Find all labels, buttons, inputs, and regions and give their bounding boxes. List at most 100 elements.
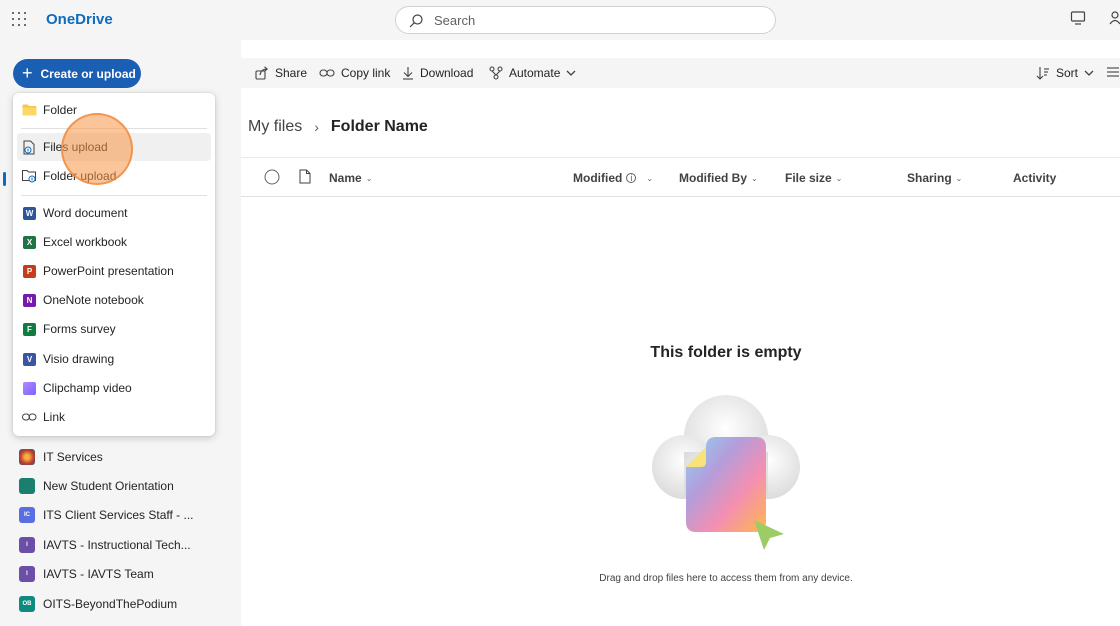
search-box[interactable]: Search bbox=[395, 6, 776, 34]
search-icon bbox=[409, 14, 423, 28]
sidebar-item-new-student-orientation[interactable]: New Student Orientation bbox=[13, 471, 238, 500]
breadcrumb-current-folder[interactable]: Folder Name bbox=[331, 118, 428, 136]
download-icon bbox=[403, 67, 413, 80]
word-icon: W bbox=[22, 206, 37, 221]
powerpoint-letter: P bbox=[23, 264, 36, 278]
sidebar-item-label: ITS Client Services Staff - ... bbox=[43, 508, 194, 523]
chevron-down-icon: ⌄ bbox=[835, 173, 843, 183]
column-modified-label: Modified bbox=[573, 171, 623, 185]
click-indicator bbox=[61, 113, 133, 185]
chevron-down-icon: ⌄ bbox=[955, 173, 963, 183]
share-icon bbox=[255, 66, 269, 80]
people-icon[interactable] bbox=[1108, 10, 1120, 26]
empty-state-title: This folder is empty bbox=[650, 344, 802, 361]
select-all-checkbox-icon[interactable] bbox=[264, 169, 280, 185]
sidebar-item-iavts-team[interactable]: I IAVTS - IAVTS Team bbox=[13, 560, 238, 589]
list-view-icon bbox=[1107, 67, 1119, 77]
sort-button[interactable]: Sort bbox=[1036, 66, 1094, 80]
view-options-button[interactable] bbox=[1107, 66, 1119, 78]
word-letter: W bbox=[23, 206, 36, 220]
menu-item-forms-survey[interactable]: F Forms survey bbox=[17, 315, 211, 343]
link-icon bbox=[22, 410, 37, 425]
shared-libraries-list: IT Services New Student Orientation IC I… bbox=[13, 442, 238, 618]
menu-item-label: OneNote notebook bbox=[43, 293, 144, 307]
link-icon bbox=[319, 69, 335, 77]
breadcrumb-my-files[interactable]: My files bbox=[248, 118, 302, 136]
file-type-icon bbox=[299, 169, 311, 184]
onenote-icon: N bbox=[22, 293, 37, 308]
chevron-down-icon: ⌄ bbox=[646, 173, 654, 183]
site-initials-icon: IC bbox=[19, 507, 35, 524]
column-modified-by[interactable]: Modified By ⌄ bbox=[679, 171, 758, 185]
menu-item-powerpoint-presentation[interactable]: P PowerPoint presentation bbox=[17, 257, 211, 285]
visio-icon: V bbox=[22, 352, 37, 367]
sort-label: Sort bbox=[1056, 66, 1079, 80]
menu-item-label: Visio drawing bbox=[43, 352, 115, 366]
share-label: Share bbox=[275, 66, 308, 80]
sidebar-item-its-client-services[interactable]: IC ITS Client Services Staff - ... bbox=[13, 501, 238, 530]
chevron-down-icon bbox=[566, 70, 576, 76]
chevron-down-icon bbox=[1084, 70, 1094, 76]
sidebar-item-label: New Student Orientation bbox=[43, 479, 174, 494]
sidebar-item-oits-beyondthepodium[interactable]: OB OITS-BeyondThePodium bbox=[13, 589, 238, 618]
menu-item-label: Forms survey bbox=[43, 322, 116, 336]
forms-letter: F bbox=[23, 322, 36, 336]
site-initials-icon: I bbox=[19, 566, 35, 583]
menu-item-clipchamp-video[interactable]: Clipchamp video bbox=[17, 374, 211, 402]
menu-item-link[interactable]: Link bbox=[17, 403, 211, 431]
site-initials-icon: I bbox=[19, 536, 35, 553]
powerpoint-icon: P bbox=[22, 264, 37, 279]
search-placeholder: Search bbox=[434, 13, 476, 28]
automate-label: Automate bbox=[509, 66, 561, 80]
clipchamp-icon bbox=[22, 381, 37, 396]
visio-letter: V bbox=[23, 352, 36, 366]
app-launcher-icon[interactable] bbox=[12, 12, 26, 26]
top-bar: OneDrive Search bbox=[0, 0, 1120, 40]
share-button[interactable]: Share bbox=[255, 66, 307, 80]
monitor-icon[interactable] bbox=[1070, 10, 1086, 26]
menu-item-label: Link bbox=[43, 410, 66, 424]
site-initials-icon: OB bbox=[19, 595, 35, 612]
column-name[interactable]: Name ⌄ bbox=[329, 171, 372, 185]
column-activity[interactable]: Activity bbox=[1013, 171, 1056, 185]
menu-item-onenote-notebook[interactable]: N OneNote notebook bbox=[17, 286, 211, 314]
active-nav-indicator bbox=[3, 172, 6, 186]
copy-link-button[interactable]: Copy link bbox=[319, 66, 390, 80]
app-name[interactable]: OneDrive bbox=[46, 11, 113, 28]
command-bar: Share Copy link Download Automate Sort bbox=[241, 58, 1120, 88]
menu-item-excel-workbook[interactable]: X Excel workbook bbox=[17, 228, 211, 256]
sidebar-item-label: IT Services bbox=[43, 449, 103, 464]
automate-icon bbox=[489, 66, 503, 80]
info-icon: i bbox=[626, 173, 637, 183]
copy-link-label: Copy link bbox=[341, 66, 391, 80]
menu-item-label: Excel workbook bbox=[43, 235, 128, 249]
download-button[interactable]: Download bbox=[402, 66, 473, 80]
sidebar-item-it-services[interactable]: IT Services bbox=[13, 442, 238, 471]
folder-icon bbox=[22, 103, 37, 118]
onenote-letter: N bbox=[23, 293, 36, 307]
plus-icon: + bbox=[22, 62, 33, 83]
column-sharing-label: Sharing bbox=[907, 171, 952, 185]
breadcrumb: My files › Folder Name bbox=[248, 118, 428, 136]
sidebar-item-label: OITS-BeyondThePodium bbox=[43, 596, 178, 611]
menu-divider bbox=[21, 195, 207, 196]
column-sharing[interactable]: Sharing ⌄ bbox=[907, 171, 962, 185]
column-modified[interactable]: Modified i ⌄ bbox=[573, 171, 653, 185]
breadcrumb-chevron-icon: › bbox=[314, 119, 319, 135]
chevron-down-icon: ⌄ bbox=[365, 173, 373, 183]
column-file-size[interactable]: File size ⌄ bbox=[785, 171, 842, 185]
create-button-label: Create or upload bbox=[40, 66, 136, 81]
create-or-upload-button[interactable]: + Create or upload bbox=[13, 59, 141, 88]
excel-letter: X bbox=[23, 235, 36, 249]
menu-item-visio-drawing[interactable]: V Visio drawing bbox=[17, 345, 211, 373]
menu-item-word-document[interactable]: W Word document bbox=[17, 199, 211, 227]
excel-icon: X bbox=[22, 235, 37, 250]
sort-icon bbox=[1036, 67, 1049, 80]
sidebar-item-iavts-instructional[interactable]: I IAVTS - Instructional Tech... bbox=[13, 530, 238, 559]
automate-button[interactable]: Automate bbox=[489, 66, 576, 80]
site-logo-icon bbox=[19, 478, 35, 495]
menu-item-label: Word document bbox=[43, 206, 128, 220]
file-upload-icon bbox=[22, 140, 37, 155]
file-list-header: Name ⌄ Modified i ⌄ Modified By ⌄ File size ⌄… bbox=[241, 157, 1120, 197]
column-modified-by-label: Modified By bbox=[679, 171, 747, 185]
